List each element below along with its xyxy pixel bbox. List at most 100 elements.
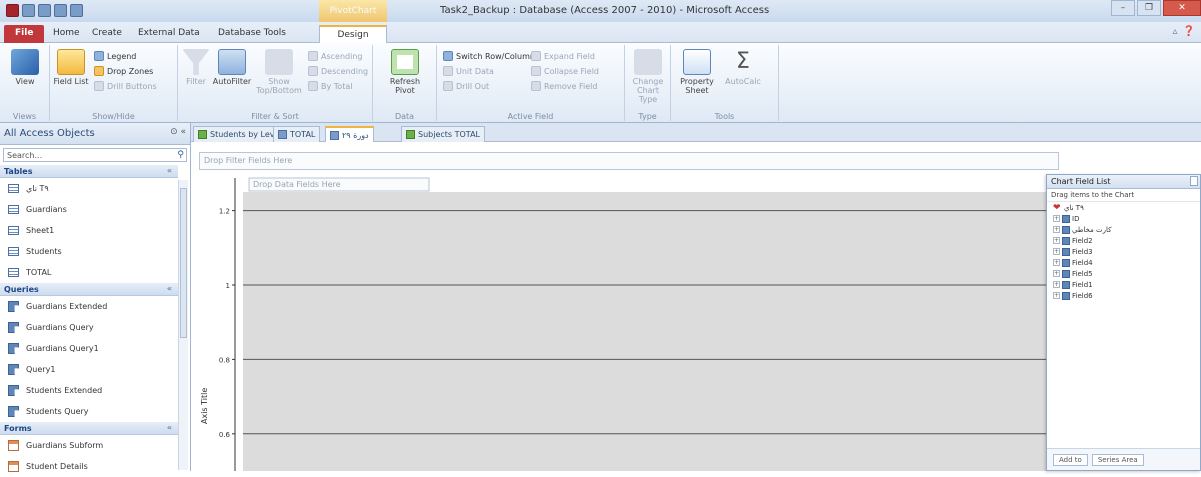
tab-external-data[interactable]: External Data bbox=[130, 25, 208, 43]
descending-button[interactable]: Descending bbox=[308, 66, 368, 76]
expand-icon[interactable]: + bbox=[1053, 259, 1060, 266]
tab-database-tools[interactable]: Database Tools bbox=[210, 25, 294, 43]
tab-home[interactable]: Home bbox=[45, 25, 88, 43]
expand-icon[interactable]: + bbox=[1053, 248, 1060, 255]
expand-icon[interactable]: + bbox=[1053, 237, 1060, 244]
list-item[interactable]: Query1 bbox=[0, 359, 178, 380]
field-item[interactable]: + Field2 bbox=[1047, 235, 1200, 246]
show-top-bottom-button[interactable]: Show Top/Bottom bbox=[254, 49, 304, 95]
chevron-down-icon[interactable]: ⊙ bbox=[170, 127, 178, 137]
contextual-tab-label: PivotChart Tools bbox=[319, 0, 387, 38]
list-item[interactable]: Guardians Query bbox=[0, 317, 178, 338]
undo-icon[interactable] bbox=[38, 4, 51, 17]
close-button[interactable]: ✕ bbox=[1163, 0, 1201, 16]
switch-row-column-button[interactable]: Switch Row/Column bbox=[443, 51, 535, 61]
list-item[interactable]: Guardians bbox=[0, 199, 178, 220]
list-item[interactable]: Student Details bbox=[0, 456, 178, 477]
nav-group-forms[interactable]: Forms « bbox=[0, 422, 178, 435]
expand-icon[interactable]: + bbox=[1053, 281, 1060, 288]
tab-create[interactable]: Create bbox=[84, 25, 130, 43]
plot-area[interactable] bbox=[243, 192, 1051, 471]
field-item[interactable]: + ID bbox=[1047, 213, 1200, 224]
autofilter-icon bbox=[218, 49, 246, 75]
tab-design[interactable]: Design bbox=[319, 25, 387, 43]
drill-buttons-button[interactable]: Drill Buttons bbox=[94, 81, 157, 91]
nav-search-input[interactable]: Search... ⚲ bbox=[3, 148, 187, 162]
field-item[interactable]: + كارت مخاطي bbox=[1047, 224, 1200, 235]
doc-tab-total[interactable]: TOTAL bbox=[273, 126, 321, 142]
restore-button[interactable]: ❐ bbox=[1137, 0, 1161, 16]
by-total-button[interactable]: By Total bbox=[308, 81, 352, 91]
expand-field-button[interactable]: Expand Field bbox=[531, 51, 595, 61]
minimize-button[interactable]: – bbox=[1111, 0, 1135, 16]
list-item[interactable]: Students Extended bbox=[0, 380, 178, 401]
collapse-field-button[interactable]: Collapse Field bbox=[531, 66, 599, 76]
access-app-icon[interactable] bbox=[6, 4, 19, 17]
filter-button[interactable]: Filter bbox=[182, 49, 210, 86]
field-list-root[interactable]: ❤ ناي T٩ bbox=[1047, 202, 1200, 213]
data-drop-zone-label: Drop Data Fields Here bbox=[253, 180, 341, 189]
view-button[interactable]: View bbox=[6, 49, 44, 86]
field-item[interactable]: + Field6 bbox=[1047, 290, 1200, 301]
autocalc-button[interactable]: Σ AutoCalc bbox=[723, 49, 763, 86]
list-item[interactable]: Guardians Extended bbox=[0, 296, 178, 317]
area-select[interactable]: Series Area bbox=[1091, 454, 1144, 466]
list-item[interactable]: Guardians Subform bbox=[0, 435, 178, 456]
close-icon[interactable] bbox=[1190, 176, 1198, 186]
legend-icon bbox=[94, 51, 104, 61]
table-icon bbox=[8, 184, 19, 193]
list-item[interactable]: Guardians Query1 bbox=[0, 338, 178, 359]
switch-icon bbox=[443, 51, 453, 61]
help-icon[interactable]: ❓ bbox=[1183, 26, 1195, 37]
doc-tab-active[interactable]: دورة ٢٩ bbox=[325, 126, 374, 142]
tab-file[interactable]: File bbox=[4, 25, 45, 43]
shutter-bar-close-icon[interactable]: « bbox=[180, 127, 186, 137]
list-item[interactable]: ناي T٩ bbox=[0, 178, 178, 199]
navigation-pane: All Access Objects ⊙ « Search... ⚲ Table… bbox=[0, 123, 191, 472]
list-item[interactable]: TOTAL bbox=[0, 262, 178, 283]
scrollbar-thumb[interactable] bbox=[180, 188, 187, 338]
field-item[interactable]: + Field4 bbox=[1047, 257, 1200, 268]
nav-group-queries[interactable]: Queries « bbox=[0, 283, 178, 296]
list-item[interactable]: Students Query bbox=[0, 401, 178, 422]
legend-button[interactable]: Legend bbox=[94, 51, 136, 61]
field-item[interactable]: + Field1 bbox=[1047, 279, 1200, 290]
group-show-hide: Field List Legend Drop Zones Drill Butto… bbox=[50, 45, 178, 121]
group-filter-sort: Filter AutoFilter Show Top/Bottom Ascend… bbox=[178, 45, 373, 121]
list-item[interactable]: Sheet1 bbox=[0, 220, 178, 241]
field-item[interactable]: + Field5 bbox=[1047, 268, 1200, 279]
expand-icon[interactable]: + bbox=[1053, 226, 1060, 233]
drop-zones-button[interactable]: Drop Zones bbox=[94, 66, 153, 76]
nav-pane-header[interactable]: All Access Objects ⊙ « bbox=[0, 123, 190, 145]
doc-tab-subjects-total[interactable]: Subjects TOTAL bbox=[401, 126, 485, 142]
refresh-pivot-button[interactable]: Refresh Pivot bbox=[387, 49, 423, 95]
table-icon bbox=[8, 205, 19, 214]
add-to-button[interactable]: Add to bbox=[1053, 454, 1088, 466]
save-icon[interactable] bbox=[22, 4, 35, 17]
ascending-button[interactable]: Ascending bbox=[308, 51, 362, 61]
search-icon[interactable]: ⚲ bbox=[177, 150, 184, 160]
minimize-ribbon-icon[interactable]: ▵ bbox=[1173, 26, 1178, 37]
nav-pane-controls[interactable]: ⊙ « bbox=[170, 127, 186, 137]
list-item[interactable]: Students bbox=[0, 241, 178, 262]
field-list-button[interactable]: Field List bbox=[52, 49, 90, 86]
expand-icon[interactable]: + bbox=[1053, 215, 1060, 222]
expand-icon[interactable]: + bbox=[1053, 270, 1060, 277]
customize-qat-icon[interactable] bbox=[70, 4, 83, 17]
drill-out-button[interactable]: Drill Out bbox=[443, 81, 489, 91]
filter-drop-zone[interactable]: Drop Filter Fields Here bbox=[199, 152, 1059, 170]
query-icon bbox=[8, 406, 19, 417]
redo-icon[interactable] bbox=[54, 4, 67, 17]
y-axis-title[interactable]: Axis Title bbox=[200, 388, 209, 424]
autofilter-button[interactable]: AutoFilter bbox=[212, 49, 252, 86]
funnel-icon bbox=[182, 49, 210, 75]
nav-scrollbar[interactable] bbox=[178, 180, 188, 470]
change-chart-type-button[interactable]: Change Chart Type bbox=[629, 49, 667, 104]
sigma-icon: Σ bbox=[736, 49, 750, 74]
unit-data-button[interactable]: Unit Data bbox=[443, 66, 494, 76]
nav-group-tables[interactable]: Tables « bbox=[0, 165, 178, 178]
property-sheet-button[interactable]: Property Sheet bbox=[677, 49, 717, 95]
expand-icon[interactable]: + bbox=[1053, 292, 1060, 299]
field-item[interactable]: + Field3 bbox=[1047, 246, 1200, 257]
remove-field-button[interactable]: Remove Field bbox=[531, 81, 597, 91]
